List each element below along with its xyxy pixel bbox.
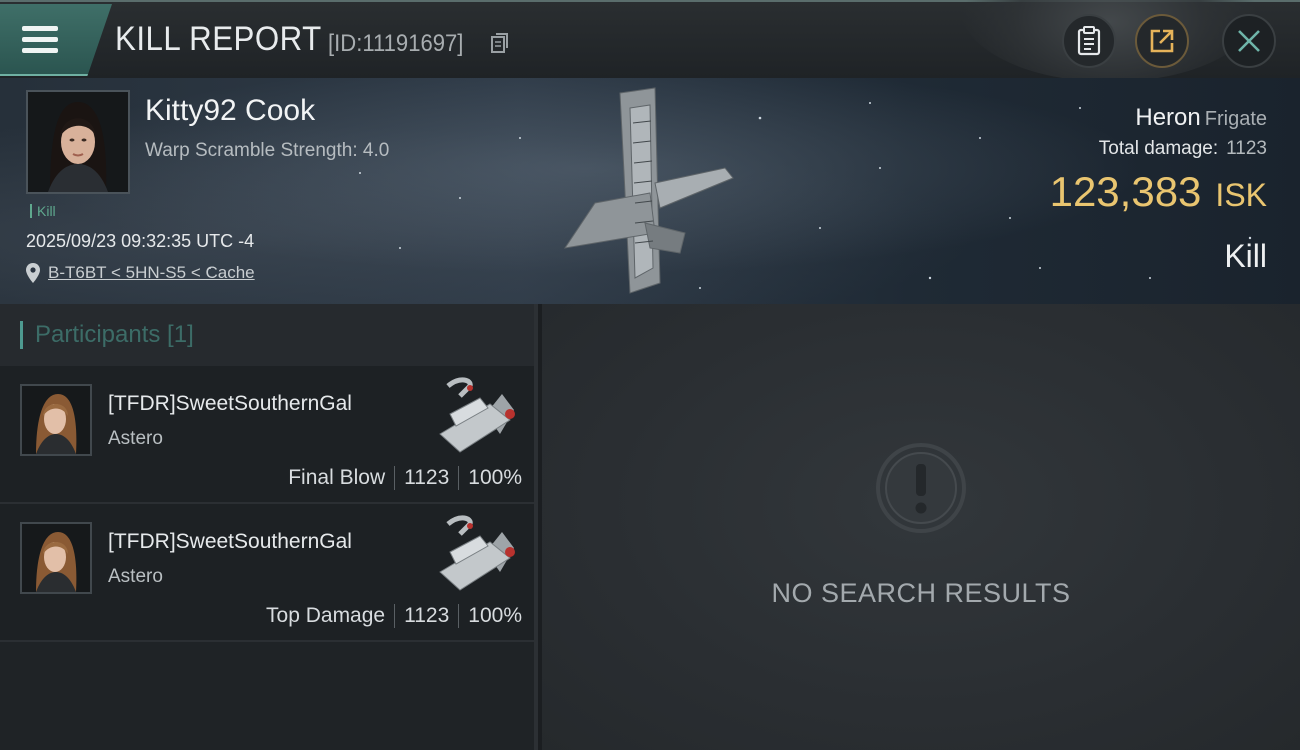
total-damage-value: 1123 (1226, 138, 1267, 159)
share-button[interactable] (1135, 14, 1189, 68)
victim-name[interactable]: Kitty92 Cook (145, 94, 315, 128)
isk-unit: ISK (1215, 177, 1267, 213)
participant-avatar[interactable] (20, 522, 92, 594)
kill-timestamp: 2025/09/23 09:32:35 UTC -4 (26, 231, 255, 251)
close-button[interactable] (1222, 14, 1276, 68)
victim-ship-image (563, 87, 734, 294)
clipboard-button[interactable] (1062, 14, 1116, 68)
copy-icon[interactable] (490, 32, 510, 54)
participant-ship: Astero (108, 428, 163, 449)
close-icon (1238, 30, 1260, 52)
victim-banner: Kitty92 Cook Warp Scramble Strength: 4.0… (0, 78, 1300, 304)
stat-divider (458, 604, 460, 628)
participant-avatar[interactable] (20, 384, 92, 456)
location-pin-icon (26, 263, 40, 283)
participant-damage: 1123 (404, 604, 450, 627)
participant-name: [TFDR]SweetSouthernGal (108, 392, 352, 415)
page-title: KILL REPORT (115, 20, 322, 58)
victim-ship-class: Frigate (1204, 108, 1267, 130)
warp-scramble-strength: Warp Scramble Strength: 4.0 (145, 140, 390, 161)
participant-avatar-image (22, 524, 90, 592)
menu-button[interactable] (0, 4, 112, 76)
stat-divider (394, 466, 396, 490)
top-bar: KILL REPORT [ID:11191697] (0, 0, 1300, 82)
header-accent (20, 321, 23, 349)
participant-ship-image (439, 515, 515, 591)
participant-role: Final Blow (288, 466, 386, 489)
participant-damage: 1123 (404, 466, 450, 489)
kill-result: Kill (1224, 238, 1267, 274)
clipboard-icon (1077, 26, 1101, 56)
pilot-avatar-image (28, 92, 128, 192)
participant-stats: Top Damage 1123 100% (266, 604, 522, 628)
stat-divider (458, 466, 460, 490)
participant-percent: 100% (468, 466, 522, 489)
total-damage-label: Total damage: (1098, 138, 1219, 159)
menu-icon (22, 26, 58, 54)
kill-location[interactable]: B-T6BT < 5HN-S5 < Cache (26, 263, 255, 283)
isk-loss: 123,383 ISK (1050, 168, 1267, 216)
participant-ship-image (439, 377, 515, 453)
victim-portrait[interactable] (26, 90, 130, 194)
empty-state-message: NO SEARCH RESULTS (771, 578, 1071, 608)
victim-ship[interactable]: Heron Frigate (1135, 104, 1267, 132)
participants-panel: Participants [1] [TFDR]SweetSouthernGal … (0, 304, 538, 750)
participants-title: Participants [1] (35, 321, 194, 348)
kill-tag: Kill (30, 203, 56, 219)
exclamation-icon (876, 443, 966, 533)
participant-avatar-image (22, 386, 90, 454)
location-link[interactable]: B-T6BT < 5HN-S5 < Cache (48, 263, 255, 283)
participant-stats: Final Blow 1123 100% (288, 466, 522, 490)
participant-name: [TFDR]SweetSouthernGal (108, 530, 352, 553)
participants-header[interactable]: Participants [1] (0, 304, 534, 366)
isk-value: 123,383 (1049, 168, 1202, 215)
participant-ship: Astero (108, 566, 163, 587)
total-damage: Total damage: 1123 (1099, 138, 1267, 160)
report-id: [ID:11191697] (328, 30, 464, 57)
stat-divider (394, 604, 396, 628)
share-icon (1150, 29, 1174, 53)
victim-ship-name: Heron (1135, 104, 1201, 131)
participant-row[interactable]: [TFDR]SweetSouthernGal Astero Top Damage… (0, 504, 534, 642)
participant-percent: 100% (468, 604, 522, 627)
participant-row[interactable]: [TFDR]SweetSouthernGal Astero Final Blow… (0, 366, 534, 504)
participant-role: Top Damage (266, 604, 386, 627)
